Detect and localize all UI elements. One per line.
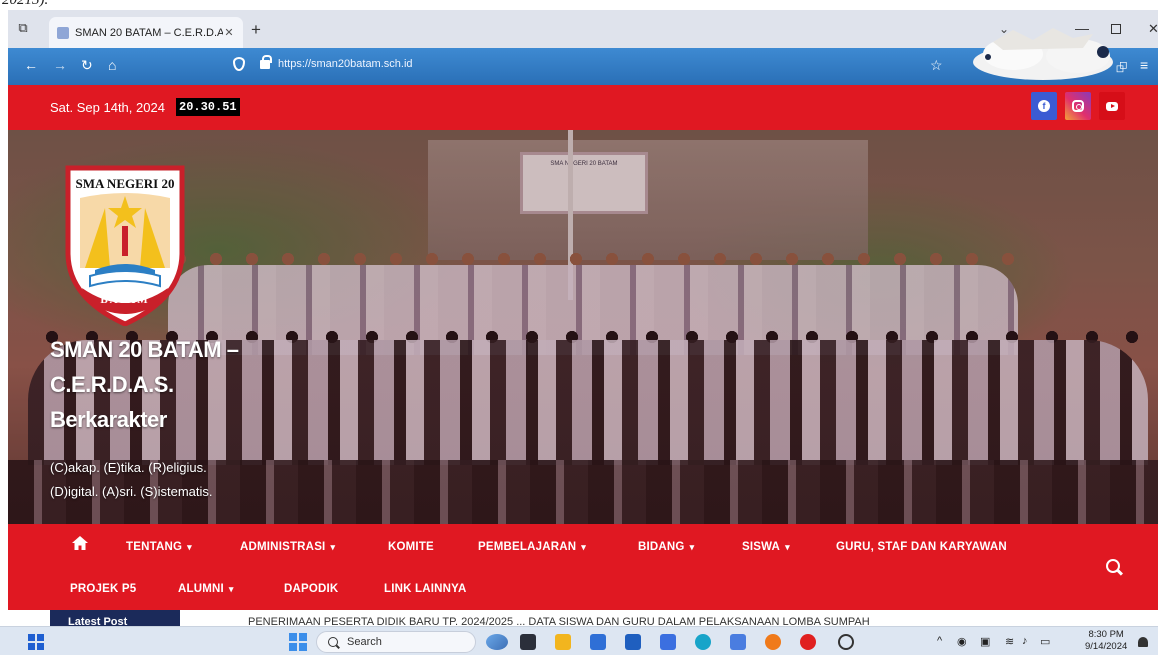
home-icon[interactable]: ⌂ xyxy=(108,57,116,73)
taskbar-date: 9/14/2024 xyxy=(1085,641,1128,652)
chevron-down-icon: ▾ xyxy=(581,542,586,552)
lock-icon[interactable] xyxy=(260,55,272,69)
menu-label: PEMBELAJARAN xyxy=(478,541,577,553)
chevron-down-icon: ▾ xyxy=(228,584,234,594)
menu-item-link-lainnya[interactable]: LINK LAINNYA xyxy=(384,583,466,595)
windows-taskbar: Search ^ ◉ ▣ ≋ ♪ ▭ 8:30 PM 9/14/2024 xyxy=(0,626,1158,655)
youtube-icon[interactable] xyxy=(1099,92,1125,120)
network-tray-icon[interactable]: ◉ xyxy=(957,635,967,648)
taskbar-clock[interactable]: 8:30 PM 9/14/2024 xyxy=(1085,629,1127,653)
site-tagline: (C)akap. (E)tika. (R)eligius. (D)igital.… xyxy=(50,456,213,504)
browser-theme-illustration xyxy=(973,28,1113,80)
current-date: Sat. Sep 14th, 2024 xyxy=(50,100,165,115)
address-bar[interactable]: https://sman20batam.sch.id xyxy=(278,58,413,70)
extensions-icon[interactable]: ⮺ xyxy=(1116,57,1127,81)
tab-title: SMAN 20 BATAM – C.E.R.D.A.S. xyxy=(75,26,223,39)
menu-item-komite[interactable]: KOMITE xyxy=(388,541,434,553)
menu-icon[interactable]: ≡ xyxy=(1140,57,1148,73)
school-logo[interactable]: SMA NEGERI 20 BATAM xyxy=(60,158,190,326)
menu-item-siswa[interactable]: SISWA ▾ xyxy=(742,541,790,553)
ticker-text[interactable]: PENERIMAAN PESERTA DIDIK BARU TP. 2024/2… xyxy=(248,616,870,626)
back-arrow-icon[interactable]: ← xyxy=(24,57,38,73)
menu-label: ADMINISTRASI xyxy=(240,541,326,553)
menu-label: BIDANG xyxy=(638,541,685,553)
notification-bell-icon[interactable] xyxy=(1138,637,1148,647)
site-title[interactable]: SMAN 20 BATAM – C.E.R.D.A.S. Berkarakter xyxy=(50,332,239,437)
dropbox-icon[interactable] xyxy=(660,634,676,650)
tray-app-icon[interactable]: ▣ xyxy=(980,635,990,648)
forward-arrow-icon[interactable]: → xyxy=(53,57,67,73)
caption-text: 20213). xyxy=(2,0,49,8)
instagram-icon[interactable] xyxy=(1065,92,1091,120)
logo-top-text: SMA NEGERI 20 xyxy=(76,176,175,191)
tagline-line-2: (D)igital. (A)sri. (S)istematis. xyxy=(50,484,213,499)
firefox-icon[interactable] xyxy=(765,634,781,650)
home-menu-icon[interactable] xyxy=(72,536,88,550)
menu-item-guru-staf[interactable]: GURU, STAF DAN KARYAWAN xyxy=(836,541,1007,553)
task-view-icon[interactable] xyxy=(520,634,536,650)
hero-banner: SMA NEGERI 20 BATAM SMA NEGERI 20 BATAM xyxy=(8,130,1158,524)
site-favicon-icon xyxy=(57,26,69,39)
battery-icon[interactable]: ▭ xyxy=(1040,635,1050,648)
menu-item-pembelajaran[interactable]: PEMBELAJARAN ▾ xyxy=(478,541,586,553)
chevron-up-icon[interactable]: ^ xyxy=(937,635,942,647)
menu-label: LINK LAINNYA xyxy=(384,583,467,595)
copilot-icon[interactable] xyxy=(486,634,508,650)
photos-icon[interactable] xyxy=(730,634,746,650)
close-window-icon[interactable]: ✕ xyxy=(1148,21,1158,37)
menu-label: SISWA xyxy=(742,541,781,553)
reload-icon[interactable]: ↻ xyxy=(81,57,93,74)
ticker-label: Latest Post xyxy=(50,610,180,626)
taskbar-time: 8:30 PM xyxy=(1088,629,1124,640)
menu-item-projek-p5[interactable]: PROJEK P5 xyxy=(70,583,136,595)
site-title-line-1: SMAN 20 BATAM – xyxy=(50,337,239,362)
bookmark-star-icon[interactable]: ☆ xyxy=(930,57,943,74)
taskbar-search[interactable]: Search xyxy=(316,631,476,653)
menu-label: DAPODIK xyxy=(284,583,339,595)
chevron-down-icon: ▾ xyxy=(785,542,790,552)
close-tab-icon[interactable]: ✕ xyxy=(223,26,235,39)
site-title-line-3: Berkarakter xyxy=(50,407,167,432)
app-l-icon[interactable] xyxy=(625,634,641,650)
store-icon[interactable] xyxy=(590,634,606,650)
tab-actions-icon[interactable]: ⧉ xyxy=(14,20,32,36)
menu-label: PROJEK P5 xyxy=(70,583,137,595)
app-circle-icon[interactable] xyxy=(838,634,854,650)
widgets-icon[interactable] xyxy=(28,634,44,650)
facebook-icon[interactable]: f xyxy=(1031,92,1057,120)
menu-label: GURU, STAF DAN KARYAWAN xyxy=(836,541,1007,553)
search-icon[interactable] xyxy=(1106,559,1120,573)
menu-item-dapodik[interactable]: DAPODIK xyxy=(284,583,338,595)
menu-label: TENTANG xyxy=(126,541,183,553)
menu-item-tentang[interactable]: TENTANG ▾ xyxy=(126,541,192,553)
chevron-down-icon: ▾ xyxy=(187,542,192,552)
menu-item-administrasi[interactable]: ADMINISTRASI ▾ xyxy=(240,541,335,553)
tracking-shield-icon[interactable] xyxy=(233,57,245,71)
latest-post-ticker: Latest Post PENERIMAAN PESERTA DIDIK BAR… xyxy=(8,610,1158,626)
current-time: 20.30.51 xyxy=(176,98,240,116)
screen: 20213). ⧉ SMAN 20 BATAM – C.E.R.D.A.S. ✕… xyxy=(0,0,1158,655)
menu-label: ALUMNI xyxy=(178,583,224,595)
chevron-down-icon: ▾ xyxy=(689,542,695,552)
clipped-caption: 20213). xyxy=(0,0,1158,10)
browser-toolbar: ← → ↻ ⌂ https://sman20batam.sch.id ☆ ⮺ ≡ xyxy=(8,28,1158,85)
volume-icon[interactable]: ♪ xyxy=(1022,635,1028,647)
main-menu: TENTANG ▾ ADMINISTRASI ▾ KOMITE PEMBELAJAR… xyxy=(8,524,1158,610)
tagline-line-1: (C)akap. (E)tika. (R)eligius. xyxy=(50,460,207,475)
site-title-line-2: C.E.R.D.A.S. xyxy=(50,372,174,397)
menu-label: KOMITE xyxy=(388,541,434,553)
new-tab-button[interactable]: + xyxy=(251,20,261,40)
file-explorer-icon[interactable] xyxy=(555,634,571,650)
logo-bottom-text: BATAM xyxy=(100,294,149,306)
wifi-icon[interactable]: ≋ xyxy=(1005,635,1014,648)
edge-icon[interactable] xyxy=(695,634,711,650)
site-top-bar: Sat. Sep 14th, 2024 20.30.51 f xyxy=(8,85,1158,130)
menu-item-bidang[interactable]: BIDANG ▾ xyxy=(638,541,694,553)
menu-item-alumni[interactable]: ALUMNI ▾ xyxy=(178,583,234,595)
chevron-down-icon: ▾ xyxy=(330,542,336,552)
windows-start-icon[interactable] xyxy=(289,633,307,651)
browser-tab-active[interactable]: SMAN 20 BATAM – C.E.R.D.A.S. ✕ xyxy=(49,17,243,48)
opera-icon[interactable] xyxy=(800,634,816,650)
